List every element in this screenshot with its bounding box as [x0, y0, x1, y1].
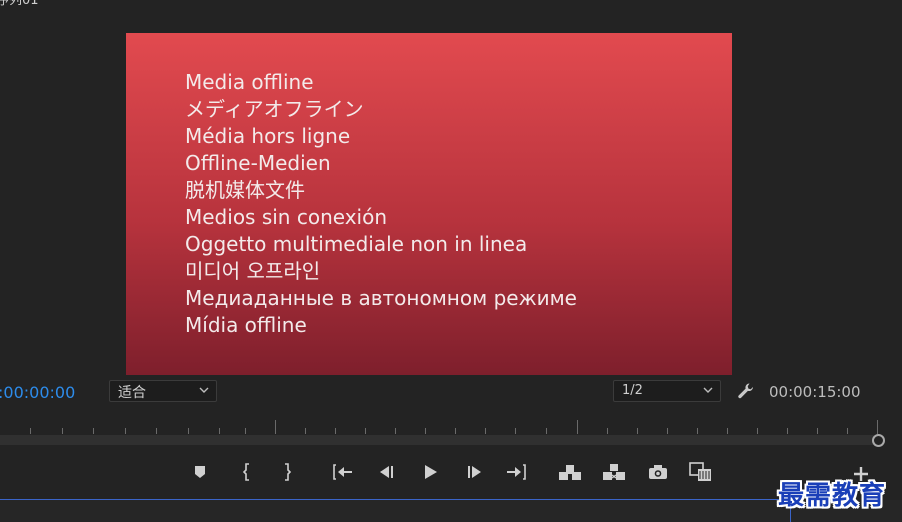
ruler-tick	[455, 428, 456, 434]
offline-line: メディアオフライン	[185, 97, 364, 121]
ruler-tick	[305, 428, 306, 434]
transport-controls	[0, 457, 902, 487]
export-frame-icon	[649, 465, 667, 479]
zoom-handle[interactable]	[872, 434, 885, 447]
ruler-tick	[156, 428, 157, 434]
go-to-in-button[interactable]	[331, 461, 355, 483]
ruler-tick	[697, 428, 698, 434]
ruler-tick-major	[275, 420, 276, 434]
extract-icon	[603, 464, 625, 480]
export-frame-button[interactable]	[646, 461, 670, 483]
go-to-in-icon	[333, 464, 352, 480]
duration-timecode: 00:00:15:00	[769, 383, 861, 401]
watermark: 最需教育	[778, 481, 887, 511]
ruler-tick	[485, 428, 486, 434]
offline-line: Offline-Medien	[185, 151, 331, 175]
step-forward-button[interactable]	[463, 461, 487, 483]
ruler-tick	[335, 428, 336, 434]
panel-menu-icon[interactable]: ≡	[80, 0, 91, 4]
zoom-level-select[interactable]: 适合	[109, 380, 217, 402]
zoom-level-value: 适合	[118, 385, 146, 401]
add-marker-button[interactable]	[188, 461, 212, 483]
comparison-view-icon	[689, 462, 711, 481]
go-to-out-button[interactable]	[504, 461, 528, 483]
offline-line: Mídia offline	[185, 313, 307, 337]
ruler-tick	[30, 428, 31, 434]
program-monitor-frame: Media offline メディアオフライン Média hors ligne…	[126, 33, 732, 375]
ruler-tick	[757, 428, 758, 434]
ruler-tick	[637, 428, 638, 434]
chevron-down-icon	[703, 387, 713, 393]
mark-in-icon	[242, 463, 249, 481]
add-marker-icon	[195, 466, 205, 478]
offline-line: 미디어 오프라인	[185, 259, 321, 283]
mark-in-button[interactable]	[235, 461, 259, 483]
ruler-tick	[62, 428, 63, 434]
ruler-tick	[667, 428, 668, 434]
ruler-tick	[188, 428, 189, 434]
ruler-tick	[515, 428, 516, 434]
playback-resolution-value: 1/2	[622, 383, 643, 398]
scrub-track[interactable]	[0, 435, 874, 445]
ruler-tick	[787, 428, 788, 434]
ruler-tick	[607, 428, 608, 434]
extract-button[interactable]	[602, 461, 626, 483]
time-ruler[interactable]	[0, 418, 885, 448]
ruler-tick-major	[577, 420, 578, 434]
offline-line: Media offline	[185, 70, 314, 94]
offline-line: Медиаданные в автономном режиме	[185, 286, 577, 310]
mark-out-icon	[285, 463, 292, 481]
ruler-tick-major	[877, 420, 878, 434]
play-button[interactable]	[418, 461, 442, 483]
offline-line: Média hors ligne	[185, 124, 351, 148]
ruler-tick	[727, 428, 728, 434]
wrench-icon[interactable]	[736, 381, 756, 401]
step-back-icon	[380, 466, 393, 478]
ruler-tick	[93, 428, 94, 434]
lift-icon	[559, 465, 581, 480]
ruler-tick	[365, 428, 366, 434]
ruler-tick	[425, 428, 426, 434]
sequence-title[interactable]: 序列01	[0, 0, 39, 8]
playback-resolution-select[interactable]: 1/2	[613, 380, 721, 402]
ruler-tick	[546, 428, 547, 434]
chevron-down-icon	[199, 387, 209, 393]
comparison-view-button[interactable]	[689, 461, 713, 483]
timeline-strip	[0, 500, 902, 522]
ruler-tick	[219, 428, 220, 434]
mark-out-button[interactable]	[275, 461, 299, 483]
step-forward-icon	[468, 466, 481, 478]
lift-button[interactable]	[558, 461, 582, 483]
media-offline-text: Media offline メディアオフライン Média hors ligne…	[185, 69, 577, 339]
monitor-control-row: :00:00:00 适合 1/2 00:00:15:00	[0, 377, 902, 405]
ruler-tick	[817, 428, 818, 434]
playhead-timecode[interactable]: :00:00:00	[0, 383, 75, 402]
go-to-out-icon	[507, 464, 526, 480]
offline-line: Oggetto multimediale non in linea	[185, 232, 528, 256]
ruler-tick	[847, 428, 848, 434]
program-monitor-header: 序列01 ≡	[0, 0, 902, 8]
ruler-tick	[125, 428, 126, 434]
offline-line: 脱机媒体文件	[185, 178, 305, 202]
work-area-bar[interactable]	[0, 499, 790, 500]
ruler-tick	[245, 428, 246, 434]
ruler-tick	[395, 428, 396, 434]
play-icon	[425, 465, 437, 479]
offline-line: Medios sin conexión	[185, 205, 388, 229]
step-back-button[interactable]	[374, 461, 398, 483]
